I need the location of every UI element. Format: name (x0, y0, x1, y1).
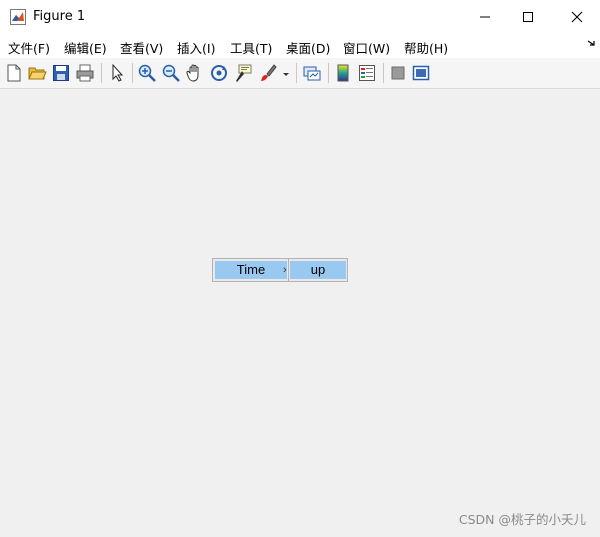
close-button[interactable] (554, 0, 600, 34)
matlab-logo-icon (10, 9, 26, 25)
maximize-button[interactable] (505, 0, 551, 34)
menu-insert[interactable]: 插入(I) (177, 38, 215, 57)
minimize-button[interactable] (462, 0, 508, 34)
menu-file[interactable]: 文件(F) (8, 38, 50, 57)
link-plot-icon[interactable] (302, 63, 322, 83)
toolbar-separator (132, 63, 133, 83)
close-icon (571, 11, 583, 23)
menu-tools[interactable]: 工具(T) (230, 38, 272, 57)
brush-dropdown-icon[interactable] (281, 63, 291, 83)
hide-plot-tools-icon[interactable] (388, 63, 408, 83)
time-menu-item[interactable]: Time (215, 261, 287, 279)
toolbar-separator (296, 63, 297, 83)
pan-hand-icon[interactable] (185, 63, 205, 83)
context-popup: Time › up (212, 258, 348, 282)
title-bar: Figure 1 (0, 0, 600, 34)
figure-canvas[interactable] (2, 89, 598, 535)
menu-help[interactable]: 帮助(H) (404, 38, 448, 57)
toolbar-separator (328, 63, 329, 83)
chevron-icon[interactable] (586, 37, 596, 51)
data-cursor-icon[interactable] (233, 63, 253, 83)
up-menu-item[interactable]: up (290, 261, 346, 279)
menu-bar: 文件(F) 编辑(E) 查看(V) 插入(I) 工具(T) 桌面(D) 窗口(W… (0, 34, 600, 58)
new-figure-icon[interactable] (4, 63, 24, 83)
zoom-out-icon[interactable] (161, 63, 181, 83)
edit-plot-arrow-icon[interactable] (107, 63, 127, 83)
menu-desktop[interactable]: 桌面(D) (286, 38, 330, 57)
menu-window[interactable]: 窗口(W) (343, 38, 390, 57)
zoom-in-icon[interactable] (137, 63, 157, 83)
legend-icon[interactable] (357, 63, 377, 83)
up-label: up (310, 262, 326, 277)
menu-view[interactable]: 查看(V) (120, 38, 163, 57)
toolbar-separator (101, 63, 102, 83)
submenu-arrow-icon: › (283, 264, 287, 276)
watermark: CSDN @桃子的小夭儿 (458, 512, 586, 527)
toolbar-separator (383, 63, 384, 83)
print-icon[interactable] (75, 63, 95, 83)
popup-divider (288, 259, 289, 281)
figure-toolbar (0, 58, 600, 89)
brush-icon[interactable] (258, 63, 278, 83)
rotate-3d-icon[interactable] (209, 63, 229, 83)
maximize-icon (523, 12, 533, 22)
open-file-icon[interactable] (27, 63, 47, 83)
window-title: Figure 1 (33, 9, 86, 24)
time-label: Time (236, 262, 266, 277)
save-icon[interactable] (51, 63, 71, 83)
colorbar-icon[interactable] (333, 63, 353, 83)
show-plot-tools-icon[interactable] (411, 63, 431, 83)
menu-edit[interactable]: 编辑(E) (64, 38, 107, 57)
minimize-icon (480, 16, 490, 18)
figure-window: Figure 1 文件(F) 编辑(E) 查看(V) 插入(I) 工具(T) 桌… (0, 0, 600, 537)
